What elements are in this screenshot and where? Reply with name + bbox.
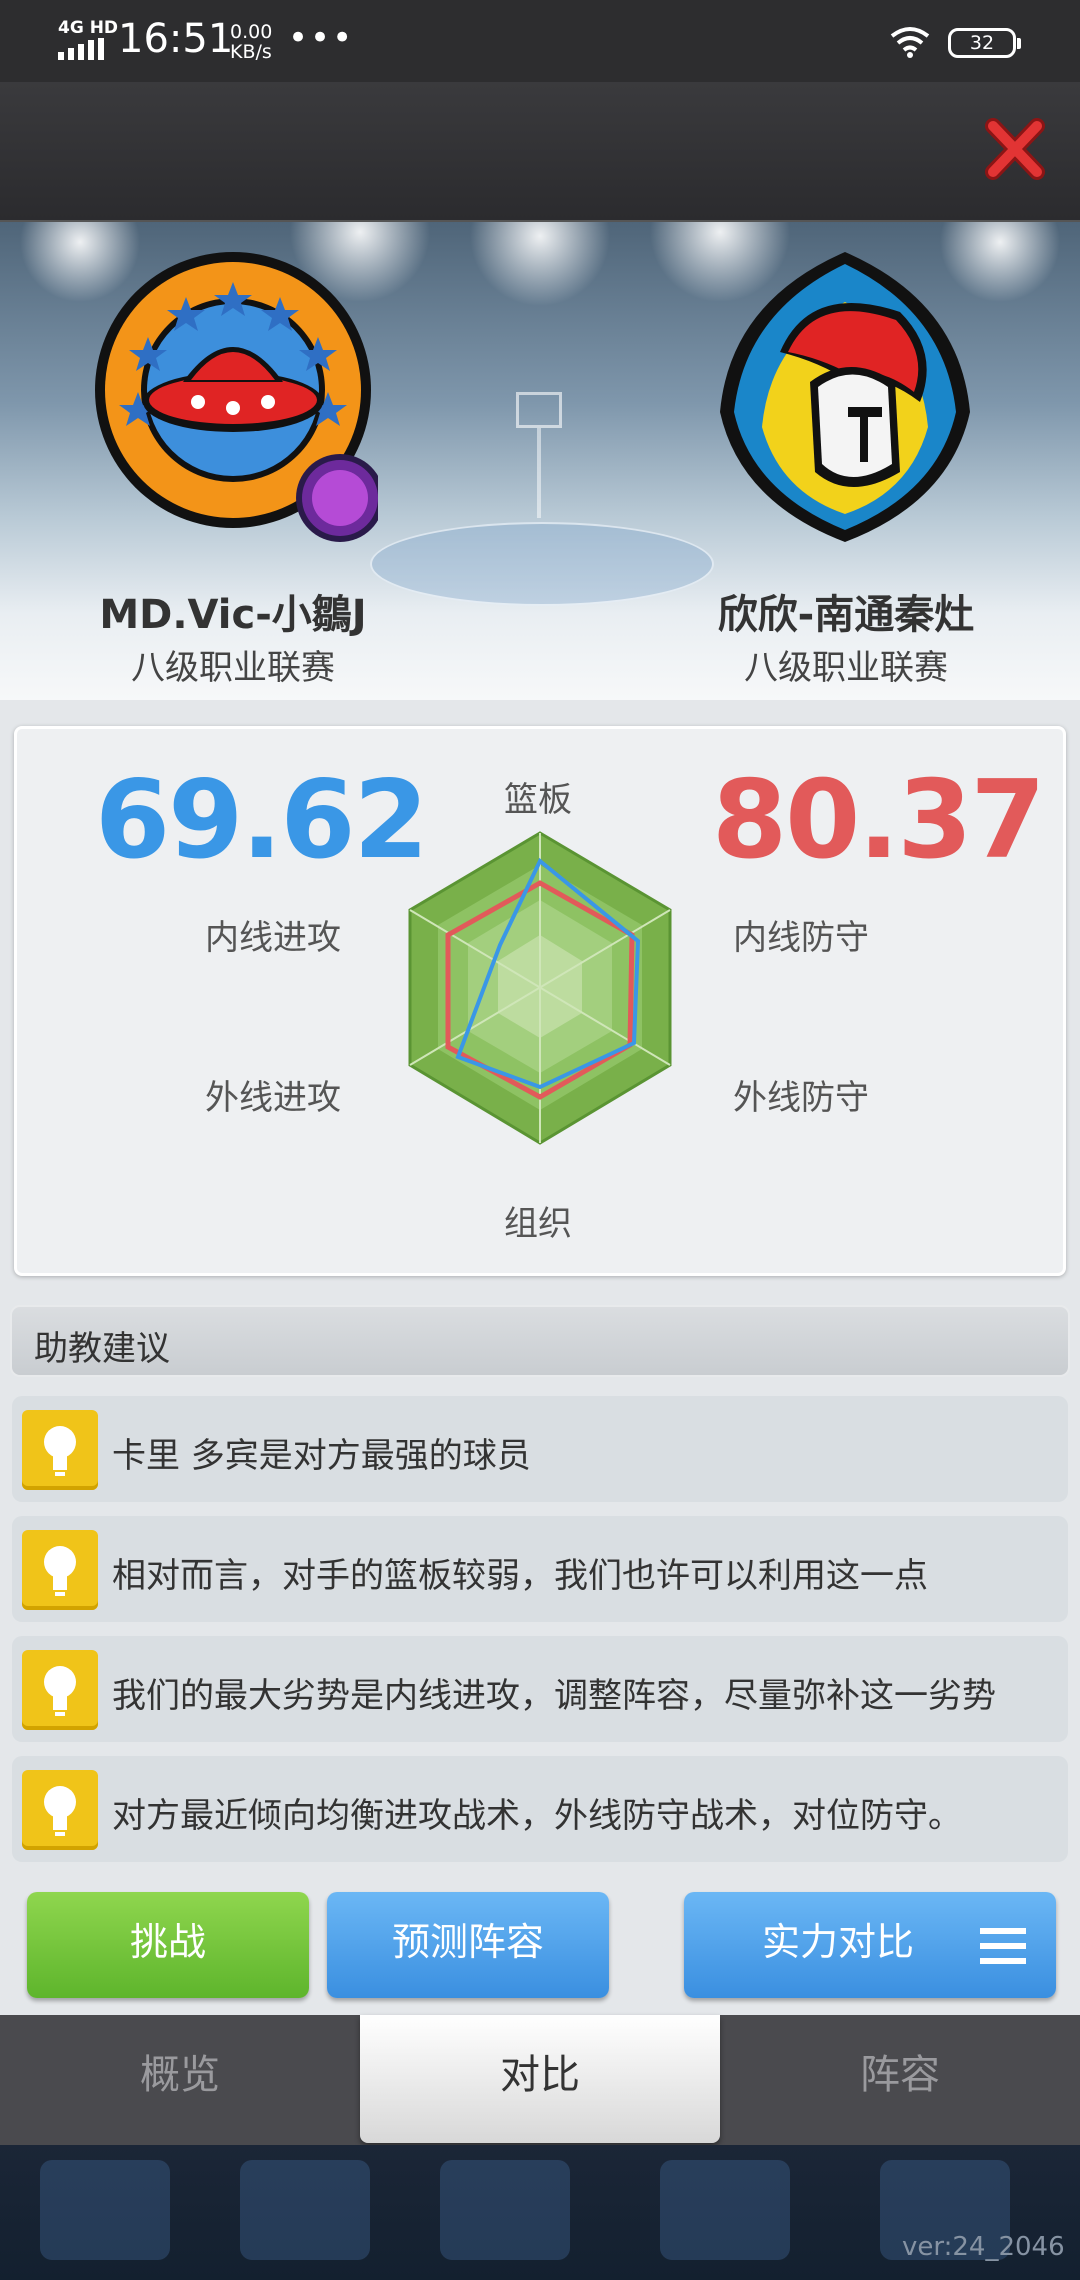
assistant-header: 助教建议 [10, 1305, 1070, 1377]
menu-icon [980, 1928, 1026, 1964]
tip-item: 相对而言，对手的篮板较弱，我们也许可以利用这一点 [12, 1516, 1068, 1622]
strength-compare-button[interactable]: 实力对比 [684, 1892, 1056, 1998]
radar-label-inside-offense: 内线进攻 [205, 918, 341, 958]
hoop-pole [537, 428, 541, 518]
tip-item: 我们的最大劣势是内线进攻，调整阵容，尽量弥补这一劣势 [12, 1636, 1068, 1742]
net-speed-unit: KB/s [230, 41, 272, 63]
predict-lineup-button[interactable]: 预测阵容 [327, 1892, 609, 1998]
header-bar [0, 82, 1080, 223]
home-team-score: 69.62 [95, 758, 429, 883]
away-team-name: 欣欣-南通秦灶 [717, 592, 975, 638]
lightbulb-icon [22, 1650, 98, 1730]
clock: 16:51 [118, 16, 234, 62]
backboard [516, 392, 562, 428]
nav-icon-faded[interactable] [660, 2160, 790, 2260]
radar-label-inside-defense: 内线防守 [733, 918, 869, 958]
tip-text: 对方最近倾向均衡进攻战术，外线防守战术，对位防守。 [112, 1796, 962, 1836]
tip-item: 对方最近倾向均衡进攻战术，外线防守战术，对位防守。 [12, 1756, 1068, 1862]
match-banner: MD.Vic-小鶵J 八级职业联赛 欣欣-南通秦灶 八级职业联赛 [0, 222, 1080, 700]
tip-item: 卡里 多宾是对方最强的球员 [12, 1396, 1068, 1502]
nav-icon-faded[interactable] [440, 2160, 570, 2260]
challenge-button[interactable]: 挑战 [27, 1892, 309, 1998]
battery-icon: 32 [948, 28, 1021, 58]
lightbulb-icon [22, 1770, 98, 1850]
nav-icon-faded[interactable] [40, 2160, 170, 2260]
assistant-title: 助教建议 [34, 1329, 170, 1369]
lightbulb-icon [22, 1530, 98, 1610]
radar-label-outside-defense: 外线防守 [733, 1078, 869, 1118]
home-team-logo-icon[interactable] [88, 242, 378, 562]
tab-compare[interactable]: 对比 [360, 2015, 720, 2143]
tip-text: 我们的最大劣势是内线进攻，调整阵容，尽量弥补这一劣势 [112, 1676, 996, 1716]
tip-text: 相对而言，对手的篮板较弱，我们也许可以利用这一点 [112, 1556, 928, 1596]
tab-overview[interactable]: 概览 [0, 2015, 360, 2145]
away-team-score: 80.37 [712, 758, 1046, 883]
radar-label-playmaking: 组织 [504, 1204, 572, 1244]
home-team-name: MD.Vic-小鶵J [99, 592, 367, 638]
tab-lineup[interactable]: 阵容 [720, 2015, 1080, 2145]
tip-text: 卡里 多宾是对方最强的球员 [112, 1436, 531, 1476]
strength-compare-label: 实力对比 [762, 1920, 915, 1964]
close-icon[interactable] [985, 118, 1045, 180]
network-indicator: 4G HD [58, 18, 119, 38]
away-team-league: 八级职业联赛 [744, 648, 948, 688]
more-notifications-icon: ••• [288, 18, 355, 58]
signal-icon [58, 38, 104, 60]
status-bar: 4G HD 16:51 0.00 KB/s ••• 32 [0, 0, 1080, 82]
version-label: ver:24_2046 [902, 2232, 1065, 2262]
bottom-tab-bar: 概览 对比 阵容 [0, 2015, 1080, 2145]
net-speed-value: 0.00 [230, 21, 273, 43]
net-speed: 0.00 KB/s [230, 22, 272, 62]
lightbulb-icon [22, 1410, 98, 1490]
home-team-league: 八级职业联赛 [131, 648, 335, 688]
nav-icon-faded[interactable] [240, 2160, 370, 2260]
away-team-logo-icon[interactable] [700, 242, 990, 562]
wifi-icon [890, 27, 930, 58]
radar-label-outside-offense: 外线进攻 [205, 1078, 341, 1118]
radar-chart [408, 831, 672, 1145]
